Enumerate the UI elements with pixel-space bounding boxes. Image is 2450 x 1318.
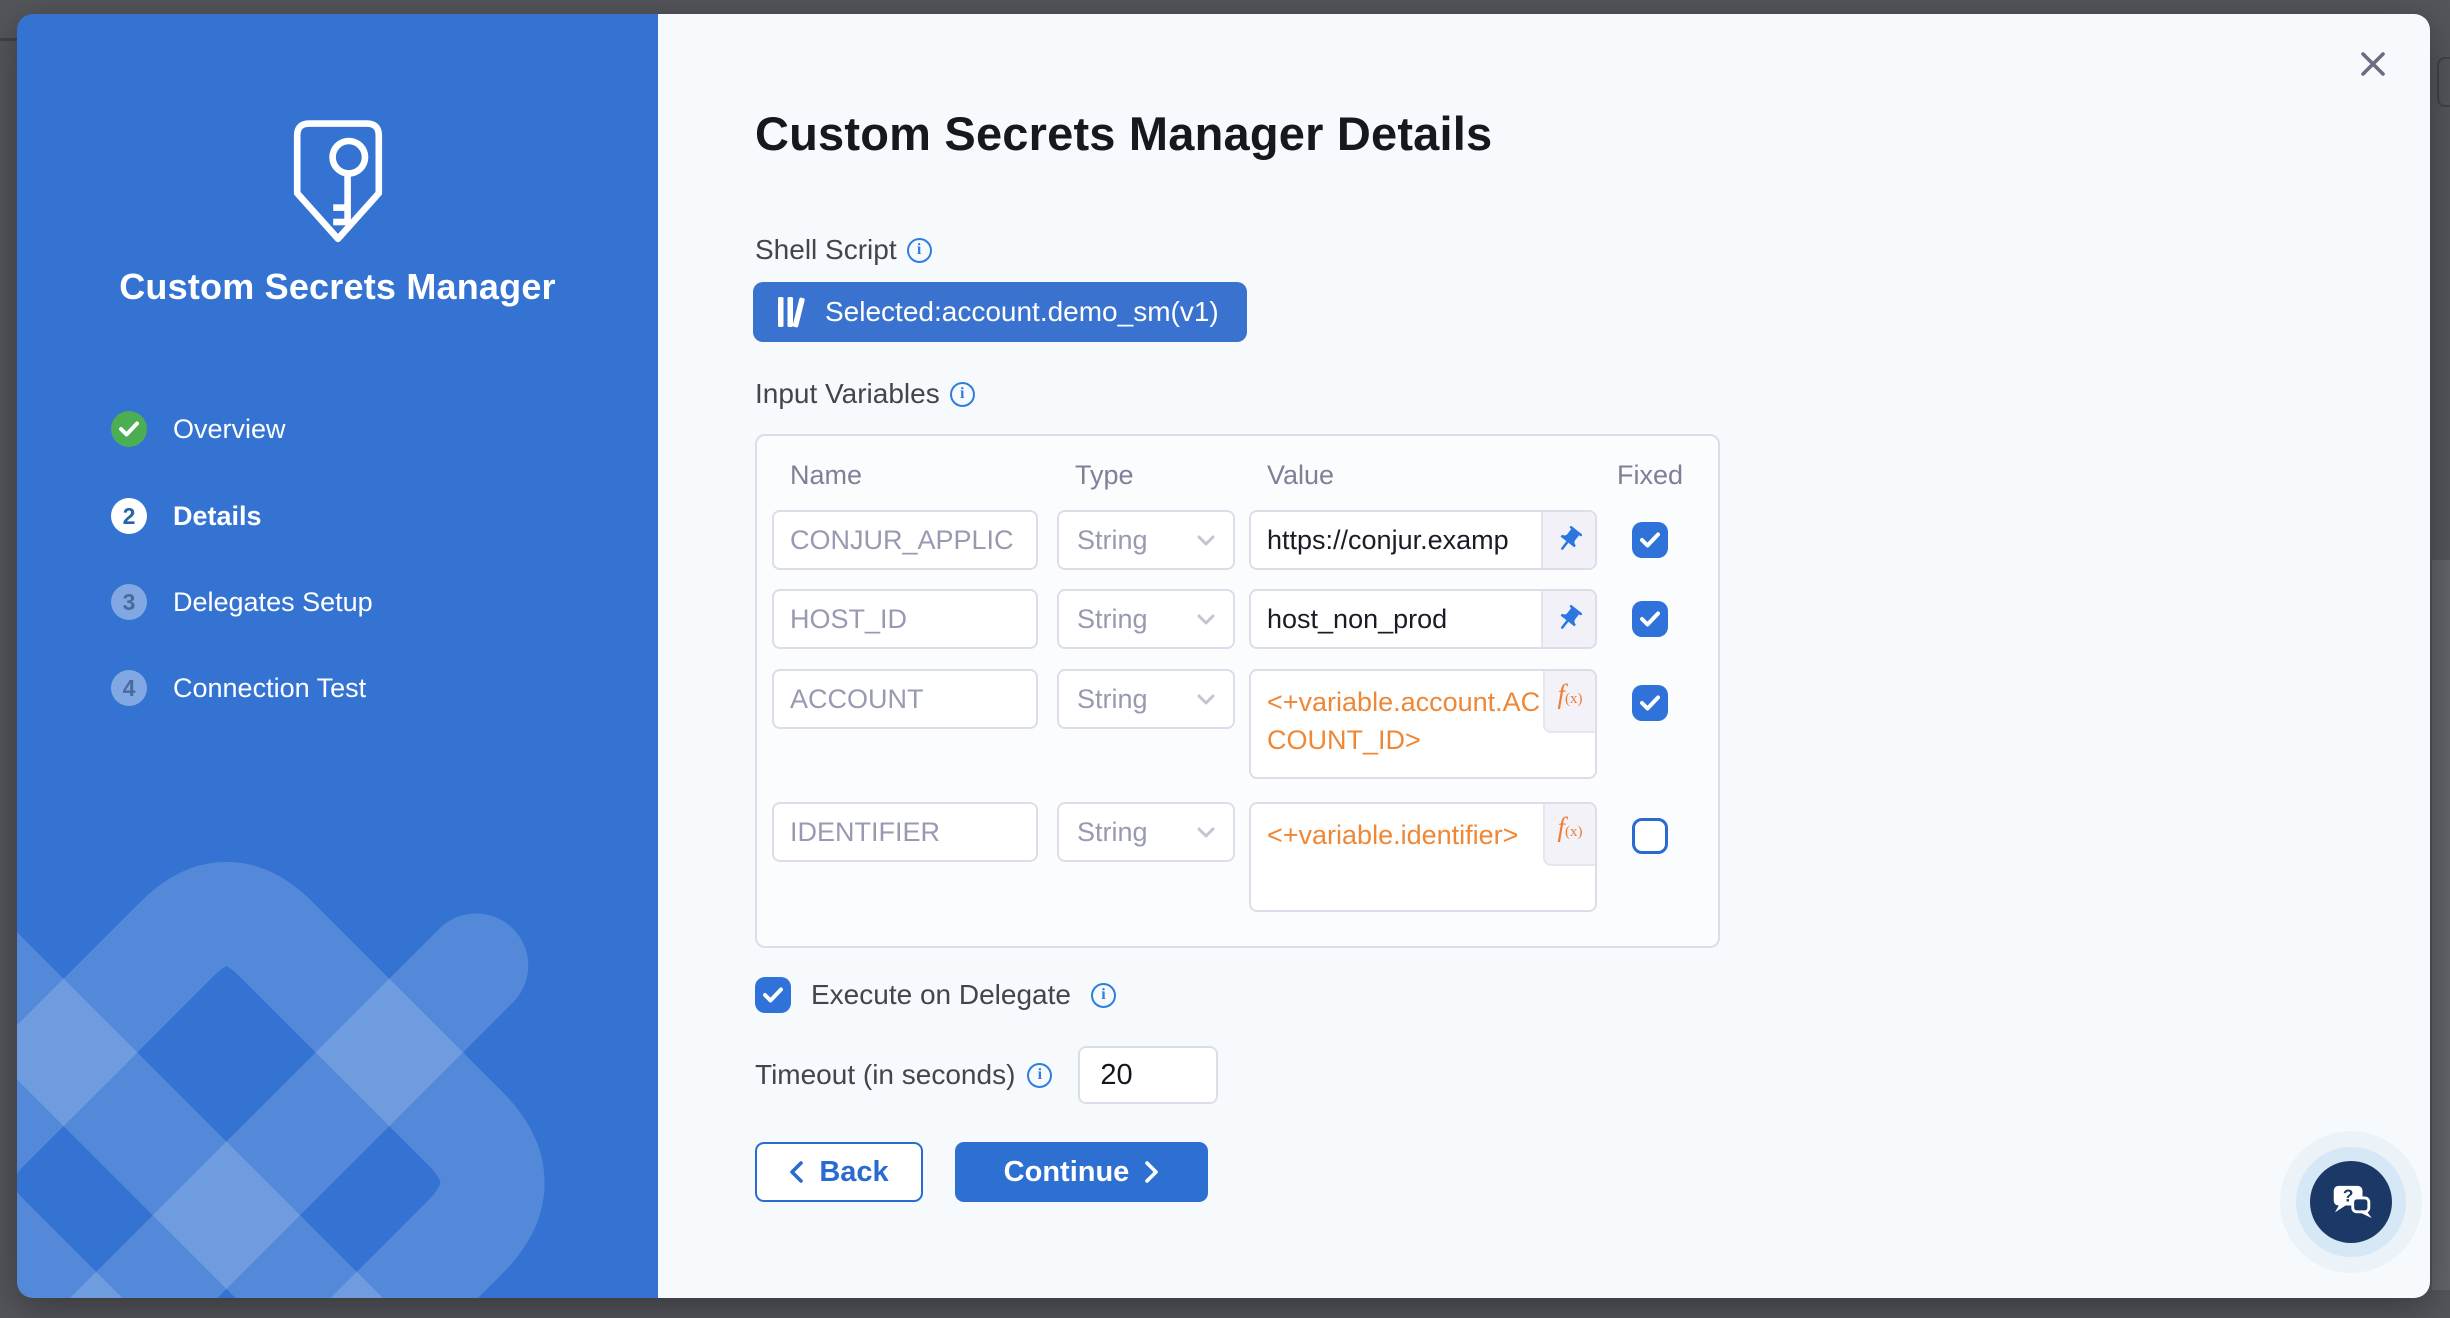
app-logo	[17, 114, 658, 246]
shell-script-field: Shell Script i	[755, 234, 932, 266]
fixed-checkbox[interactable]	[1632, 685, 1668, 721]
screen-background: Custom Secrets Manager Overview 2 Detail…	[0, 0, 2450, 1318]
execute-on-delegate-label: Execute on Delegate	[811, 979, 1071, 1011]
chevron-down-icon	[1197, 694, 1215, 705]
chevron-down-icon	[1197, 614, 1215, 625]
variable-name-input[interactable]	[772, 589, 1038, 649]
chevron-right-icon	[1145, 1161, 1159, 1183]
close-button[interactable]	[2356, 47, 2390, 81]
sidebar-title: Custom Secrets Manager	[17, 266, 658, 308]
chevron-down-icon	[1197, 827, 1215, 838]
sidebar-item-details[interactable]: 2 Details	[111, 498, 262, 534]
info-icon[interactable]: i	[907, 238, 932, 263]
variable-type-select[interactable]: String	[1057, 669, 1235, 729]
pin-icon	[1548, 598, 1590, 640]
sidebar-item-label: Details	[173, 501, 262, 532]
column-header-fixed: Fixed	[1614, 460, 1686, 491]
custom-secrets-manager-dialog: Custom Secrets Manager Overview 2 Detail…	[17, 14, 2430, 1298]
fixed-checkbox[interactable]	[1632, 601, 1668, 637]
sidebar-item-delegates-setup[interactable]: 3 Delegates Setup	[111, 584, 373, 620]
timeout-input[interactable]	[1078, 1046, 1218, 1104]
selected-script-button[interactable]: Selected:account.demo_sm(v1)	[753, 282, 1247, 342]
check-icon	[1640, 611, 1660, 627]
execute-on-delegate-field: Execute on Delegate i	[755, 977, 1116, 1013]
check-icon	[119, 421, 139, 437]
variable-value-input[interactable]: host_non_prod	[1249, 589, 1597, 649]
background-strip	[2432, 560, 2450, 1290]
sidebar-item-overview[interactable]: Overview	[111, 411, 286, 447]
step-number-circle: 4	[111, 670, 147, 706]
step-number-circle: 2	[111, 498, 147, 534]
library-icon	[775, 294, 809, 330]
shell-script-label: Shell Script	[755, 234, 897, 266]
variable-value-expression[interactable]: <+variable.identifier> f(x)	[1249, 802, 1597, 912]
input-variables-label: Input Variables	[755, 378, 940, 410]
variables-table: Name Type Value Fixed String https://con…	[755, 434, 1720, 948]
back-button[interactable]: Back	[755, 1142, 923, 1202]
check-icon	[763, 987, 783, 1003]
chevron-down-icon	[1197, 535, 1215, 546]
variable-name-input[interactable]	[772, 510, 1038, 570]
chat-question-icon: ?	[2328, 1179, 2374, 1225]
expression-fx-button[interactable]: f(x)	[1543, 671, 1595, 733]
sidebar-item-label: Overview	[173, 414, 286, 445]
selected-script-label: Selected:account.demo_sm(v1)	[825, 296, 1219, 328]
variable-name-input[interactable]	[772, 802, 1038, 862]
page-title: Custom Secrets Manager Details	[755, 106, 1492, 161]
fixed-checkbox[interactable]	[1632, 818, 1668, 854]
pin-button[interactable]	[1541, 512, 1595, 568]
column-header-value: Value	[1249, 460, 1597, 491]
step-number-circle: 3	[111, 584, 147, 620]
info-icon[interactable]: i	[1091, 983, 1116, 1008]
close-icon	[2356, 47, 2390, 81]
info-icon[interactable]: i	[1027, 1063, 1052, 1088]
table-row: String https://conjur.examp	[772, 510, 1707, 570]
variable-type-select[interactable]: String	[1057, 510, 1235, 570]
wizard-sidebar: Custom Secrets Manager Overview 2 Detail…	[17, 14, 658, 1298]
table-row: String <+variable.identifier> f(x)	[772, 802, 1707, 912]
shield-key-icon	[278, 114, 398, 246]
pin-button[interactable]	[1541, 591, 1595, 647]
execute-on-delegate-checkbox[interactable]	[755, 977, 791, 1013]
input-variables-field: Input Variables i	[755, 378, 975, 410]
help-button[interactable]: ?	[2310, 1161, 2392, 1243]
pin-icon	[1548, 519, 1590, 561]
details-panel: Custom Secrets Manager Details Shell Scr…	[658, 14, 2430, 1298]
timeout-label: Timeout (in seconds)	[755, 1059, 1015, 1091]
sidebar-item-connection-test[interactable]: 4 Connection Test	[111, 670, 366, 706]
table-row: String host_non_prod	[772, 589, 1707, 649]
column-header-name: Name	[772, 460, 1038, 491]
sidebar-item-label: Delegates Setup	[173, 587, 373, 618]
column-header-type: Type	[1057, 460, 1235, 491]
sidebar-item-label: Connection Test	[173, 673, 366, 704]
check-icon	[1640, 532, 1660, 548]
variable-value-expression[interactable]: <+variable.account.ACCOUNT_ID> f(x)	[1249, 669, 1597, 779]
expression-fx-button[interactable]: f(x)	[1543, 804, 1595, 866]
variable-type-select[interactable]: String	[1057, 802, 1235, 862]
variable-name-input[interactable]	[772, 669, 1038, 729]
variable-type-select[interactable]: String	[1057, 589, 1235, 649]
info-icon[interactable]: i	[950, 382, 975, 407]
background-card-outline	[2437, 57, 2450, 107]
table-row: String <+variable.account.ACCOUNT_ID> f(…	[772, 669, 1707, 779]
variable-value-input[interactable]: https://conjur.examp	[1249, 510, 1597, 570]
background-divider	[0, 38, 17, 41]
timeout-field: Timeout (in seconds) i	[755, 1046, 1218, 1104]
continue-button[interactable]: Continue	[955, 1142, 1208, 1202]
variables-table-header: Name Type Value Fixed	[772, 460, 1707, 491]
chevron-left-icon	[789, 1161, 803, 1183]
wizard-actions: Back Continue	[755, 1142, 1208, 1202]
step-complete-circle	[111, 411, 147, 447]
harness-watermark-icon	[17, 705, 658, 1298]
check-icon	[1640, 695, 1660, 711]
fixed-checkbox[interactable]	[1632, 522, 1668, 558]
